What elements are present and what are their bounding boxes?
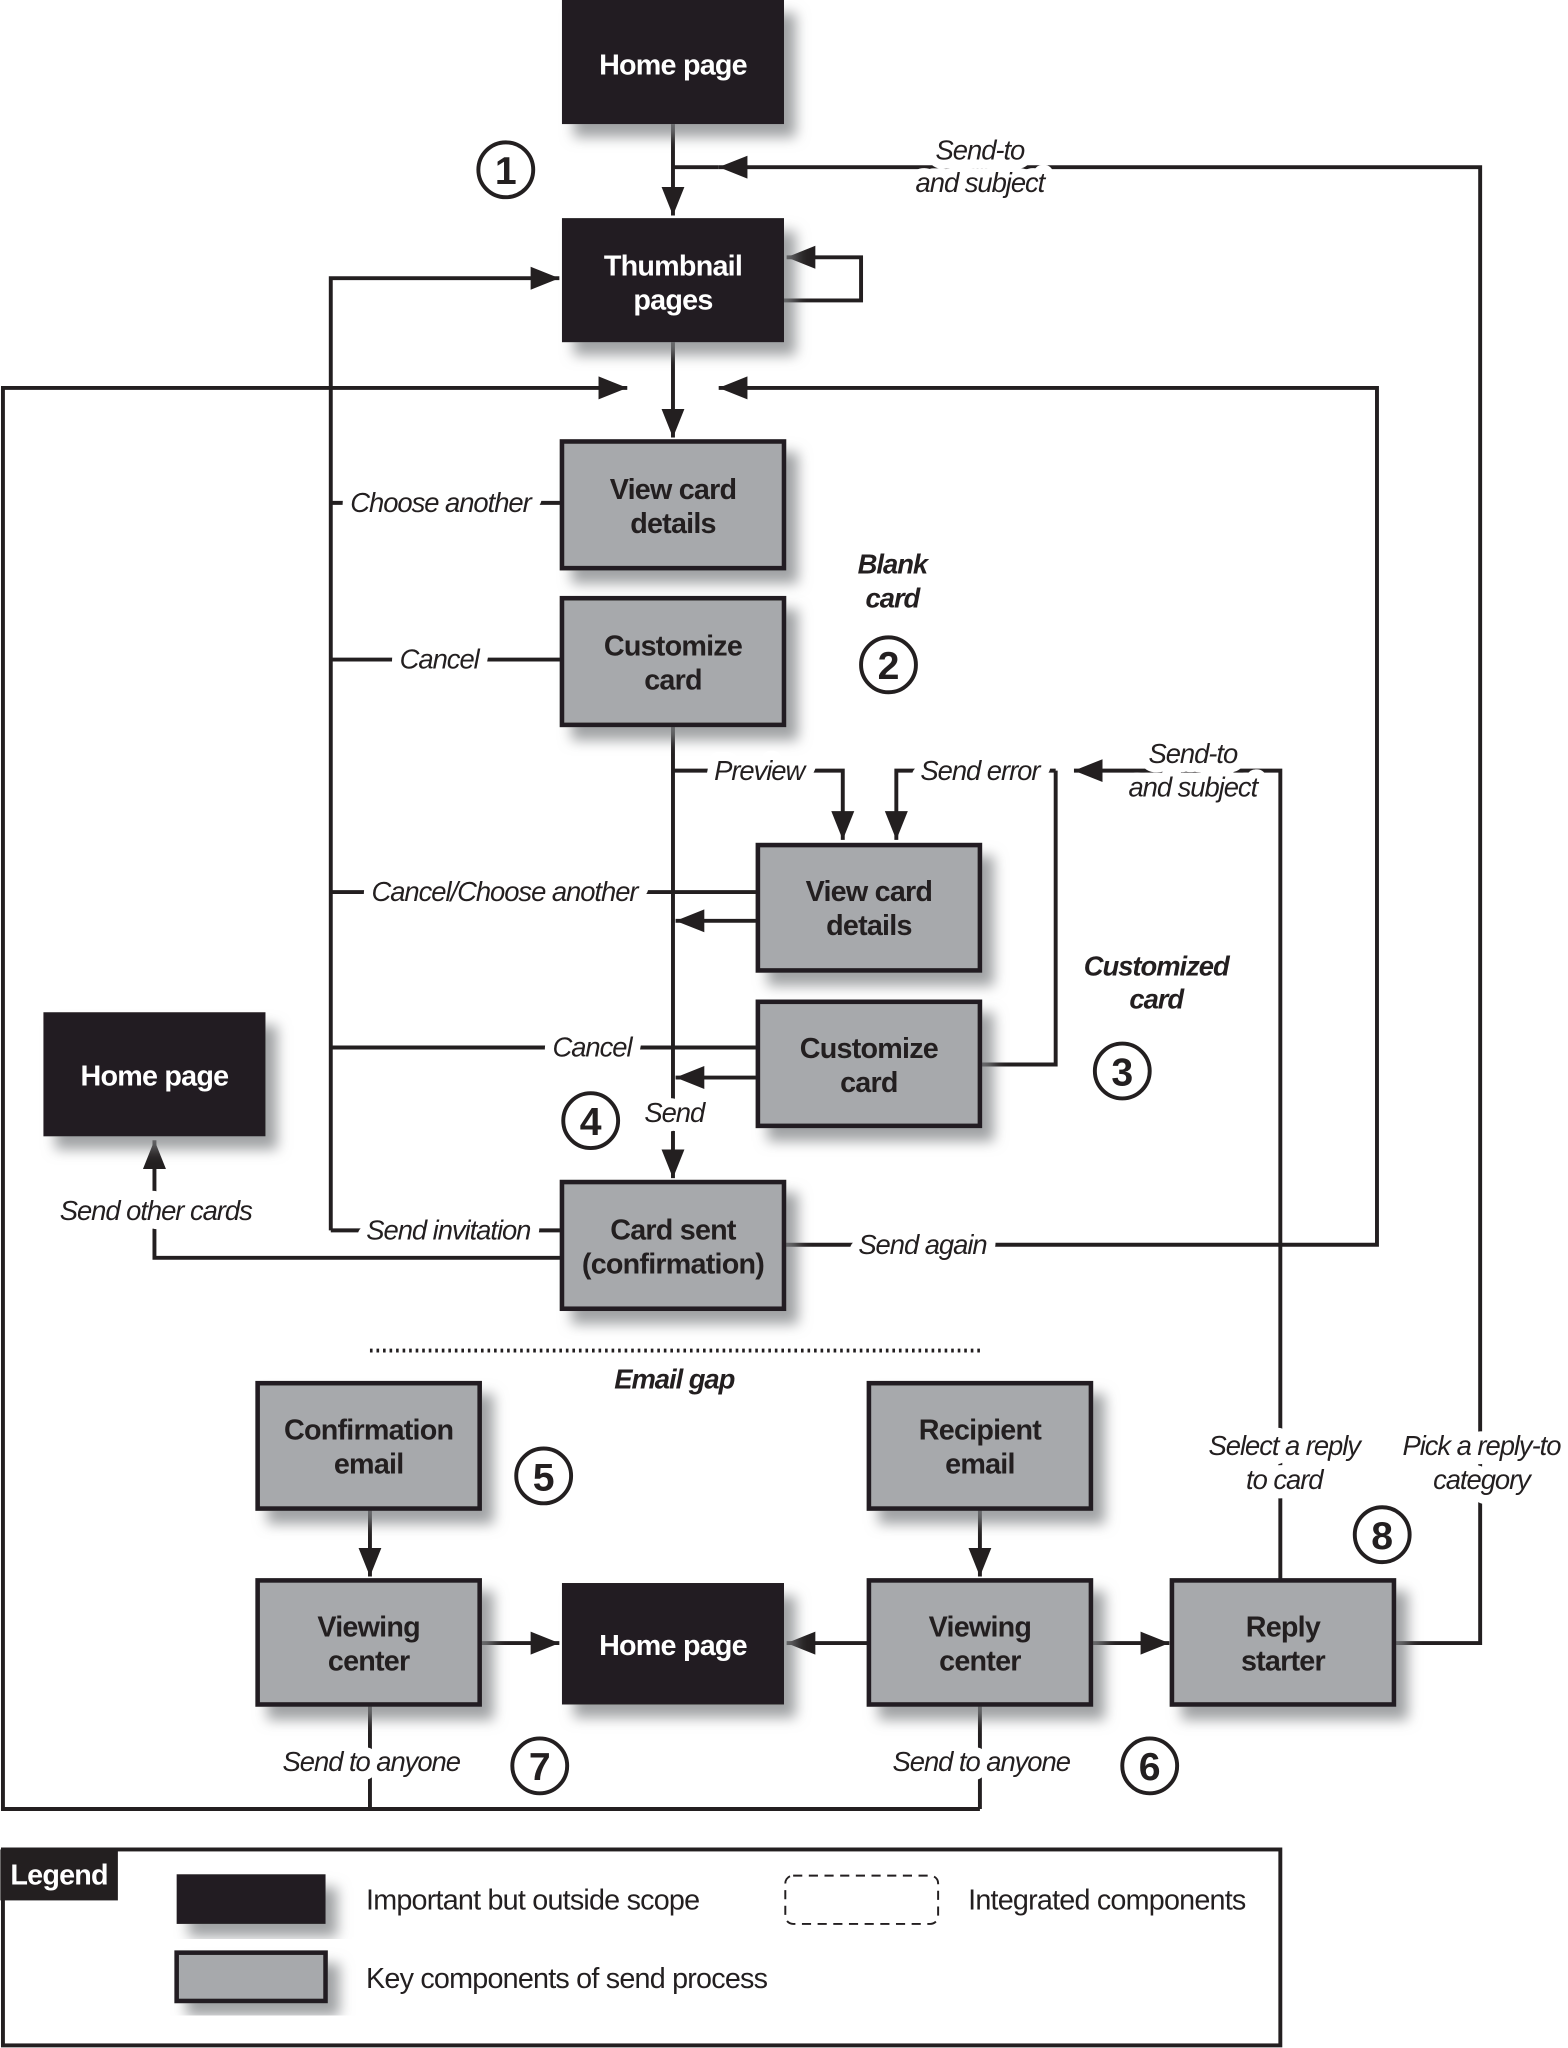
- node-label: View card: [806, 876, 933, 908]
- step-number-3: 3: [1092, 1041, 1152, 1101]
- edge-label: and subject: [1128, 772, 1259, 803]
- edge-label: Pick a reply-to: [1402, 1430, 1561, 1461]
- edge-label: Cancel: [552, 1032, 633, 1063]
- node-label: Card sent: [610, 1215, 737, 1247]
- node-label: (confirmation): [582, 1248, 764, 1280]
- node-viewing-center-left: Viewing center: [255, 1578, 482, 1707]
- edge-label: Select a reply: [1209, 1430, 1364, 1461]
- step-number-text: 4: [580, 1101, 602, 1144]
- node-label: Viewing: [929, 1612, 1032, 1644]
- edge-label: Send error: [920, 755, 1042, 786]
- step-number-2: 2: [859, 635, 918, 695]
- node-reply-starter: Reply starter: [1169, 1578, 1397, 1707]
- step-number-4: 4: [561, 1091, 621, 1151]
- step-number-8: 8: [1352, 1505, 1412, 1565]
- node-label: Customize: [604, 631, 742, 663]
- connectors: [0, 124, 1483, 1811]
- node-label: center: [939, 1646, 1021, 1678]
- section-label-blank-card: Blank: [858, 548, 930, 579]
- step-number-text: 7: [529, 1746, 551, 1789]
- step-number-6: 6: [1120, 1736, 1180, 1796]
- edge-label: Preview: [714, 755, 807, 786]
- node-label: Confirmation: [284, 1414, 453, 1446]
- legend-swatch-gray: [174, 1950, 328, 2004]
- node-view-card-details-2: View card details: [755, 842, 983, 973]
- node-label: starter: [1241, 1646, 1326, 1678]
- node-confirmation-email: Confirmation email: [255, 1380, 482, 1511]
- edge-label: Send-to: [1148, 738, 1237, 769]
- node-label: details: [630, 508, 716, 540]
- section-label-customized-card: card: [1129, 983, 1185, 1014]
- node-label: email: [334, 1448, 404, 1480]
- node-label: Customize: [800, 1033, 938, 1065]
- node-label: Viewing: [317, 1612, 420, 1644]
- node-label: View card: [610, 474, 737, 506]
- legend-label: Key components of send process: [366, 1963, 768, 1995]
- node-label: Thumbnail: [604, 251, 742, 283]
- node-thumbnail-pages: Thumbnail pages: [561, 218, 784, 343]
- edge-label: Send to anyone: [283, 1746, 461, 1777]
- step-number-text: 5: [533, 1456, 555, 1499]
- node-label: email: [945, 1448, 1015, 1480]
- legend: Legend Important but outside scope Key c…: [0, 1847, 1283, 2048]
- node-customize-card-2: Customize card: [755, 999, 983, 1129]
- legend-title: Legend: [10, 1860, 107, 1892]
- edge-label: and subject: [916, 167, 1047, 198]
- step-number-text: 2: [878, 645, 900, 688]
- edge-label: to card: [1246, 1464, 1324, 1495]
- step-number-1: 1: [476, 140, 536, 200]
- legend-label: Integrated components: [968, 1885, 1246, 1917]
- edge-label: Send again: [858, 1229, 986, 1260]
- step-number-text: 6: [1139, 1746, 1161, 1789]
- edge-label: Send invitation: [366, 1215, 530, 1246]
- section-label-blank-card: card: [866, 582, 922, 613]
- send-process-diagram: Home page Thumbnail pages View card deta…: [0, 0, 1568, 2048]
- edge-label: category: [1433, 1464, 1533, 1495]
- node-label: Home page: [599, 1630, 747, 1662]
- step-number-7: 7: [510, 1736, 570, 1796]
- section-label-customized-card: Customized: [1084, 951, 1231, 982]
- legend-label: Important but outside scope: [366, 1885, 699, 1917]
- step-number-text: 3: [1111, 1051, 1133, 1094]
- node-home-page-bottom: Home page: [561, 1583, 784, 1705]
- edge-label: Send: [644, 1097, 706, 1128]
- edge-label: Cancel/Choose another: [371, 876, 640, 907]
- step-number-text: 8: [1371, 1515, 1393, 1558]
- edge-label: Choose another: [350, 487, 533, 518]
- edge-label: Cancel: [400, 644, 481, 675]
- node-label: center: [328, 1646, 410, 1678]
- node-label: card: [840, 1067, 898, 1099]
- node-recipient-email: Recipient email: [866, 1380, 1094, 1511]
- step-number-text: 1: [495, 150, 517, 193]
- node-label: Reply: [1246, 1612, 1321, 1644]
- legend-swatch-dark: [176, 1874, 326, 1924]
- node-label: pages: [633, 285, 712, 317]
- step-number-5: 5: [514, 1446, 574, 1506]
- edge-label: Send other cards: [60, 1195, 253, 1226]
- node-view-card-details-1: View card details: [559, 439, 787, 571]
- node-card-sent: Card sent (confirmation): [559, 1179, 787, 1312]
- node-customize-card-1: Customize card: [559, 595, 787, 728]
- edge-label: Send to anyone: [893, 1746, 1071, 1777]
- node-label: Home page: [81, 1060, 229, 1092]
- node-label: details: [826, 910, 912, 942]
- node-home-page-top: Home page: [561, 0, 784, 125]
- node-label: Home page: [599, 49, 747, 81]
- node-home-page-left: Home page: [43, 1012, 266, 1137]
- node-label: card: [644, 665, 702, 697]
- node-label: Recipient: [919, 1414, 1042, 1446]
- node-viewing-center-right: Viewing center: [866, 1578, 1094, 1707]
- section-label-email-gap: Email gap: [614, 1363, 734, 1394]
- edge-label: Send-to: [936, 134, 1025, 165]
